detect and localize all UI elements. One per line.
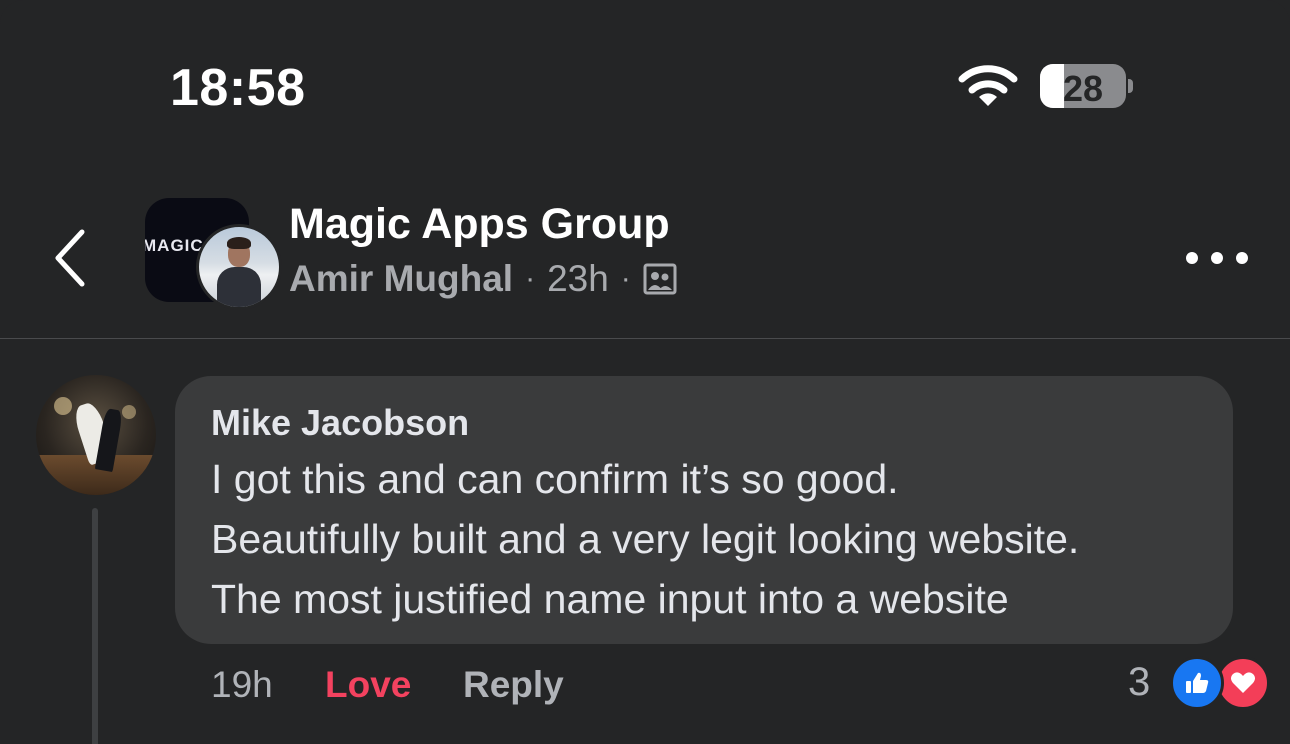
thumbs-up-icon xyxy=(1186,672,1209,693)
comment-text-line: Beautifully built and a very legit looki… xyxy=(211,516,1080,562)
commenter-name[interactable]: Mike Jacobson xyxy=(211,402,469,444)
author-avatar[interactable] xyxy=(196,224,282,310)
back-button[interactable] xyxy=(44,222,100,294)
members-icon xyxy=(643,263,677,295)
comment-text-line: I got this and can confirm it’s so good. xyxy=(211,456,899,502)
post-age[interactable]: 23h xyxy=(547,258,609,300)
more-dot-icon xyxy=(1211,252,1223,264)
like-reaction-icon[interactable] xyxy=(1170,656,1224,710)
group-name[interactable]: Magic Apps Group xyxy=(289,200,670,249)
comment-time: 19h xyxy=(211,664,273,705)
post-meta: Amir Mughal · 23h · xyxy=(289,258,677,300)
more-options-button[interactable] xyxy=(1186,244,1248,272)
more-dot-icon xyxy=(1236,252,1248,264)
post-author[interactable]: Amir Mughal xyxy=(289,258,513,300)
meta-separator-2: · xyxy=(620,262,631,295)
more-dot-icon xyxy=(1186,252,1198,264)
commenter-avatar[interactable] xyxy=(36,375,156,495)
battery-nub xyxy=(1128,79,1133,93)
love-reaction-icon[interactable] xyxy=(1216,656,1270,710)
group-logo-text: MAGIC xyxy=(145,236,204,255)
reaction-count[interactable]: 3 xyxy=(1128,660,1150,705)
screen: 18:58 28 MAGIC Magic Apps Group Amir Mug… xyxy=(0,0,1290,744)
thread-curve xyxy=(92,690,138,744)
battery-level: 28 xyxy=(1062,68,1104,108)
heart-icon xyxy=(1231,672,1255,693)
status-time: 18:58 xyxy=(170,59,306,117)
comment-text-line: The most justified name input into a web… xyxy=(211,576,1009,622)
battery-indicator: 28 xyxy=(1040,64,1126,108)
reply-button[interactable]: Reply xyxy=(463,664,564,706)
wifi-icon xyxy=(958,65,1018,106)
comment-bubble[interactable]: Mike Jacobson I got this and can confirm… xyxy=(175,376,1233,644)
chevron-left-icon xyxy=(55,229,85,287)
header-divider xyxy=(0,338,1290,339)
love-button[interactable]: Love xyxy=(325,664,411,706)
meta-separator: · xyxy=(525,262,536,295)
thread-line xyxy=(92,508,98,708)
